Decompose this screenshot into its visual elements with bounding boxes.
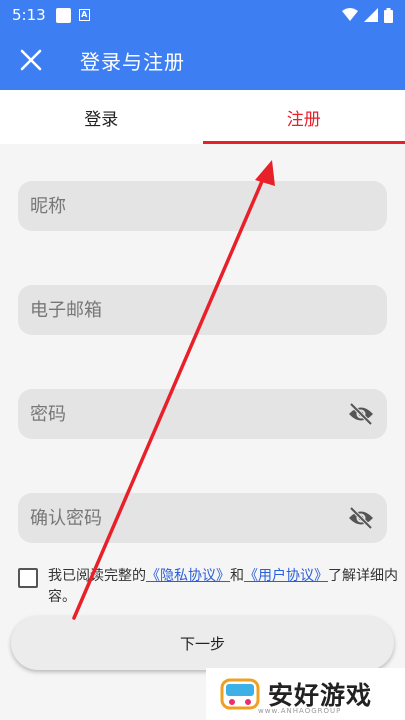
next-step-button[interactable]: 下一步 — [11, 616, 394, 670]
tab-login[interactable]: 登录 — [0, 90, 203, 144]
email-input[interactable] — [30, 299, 375, 321]
nickname-input[interactable] — [30, 195, 375, 217]
agreement-row: 我已阅读完整的《隐私协议》和《用户协议》了解详细内容。 — [18, 566, 398, 608]
user-agreement-link[interactable]: 《用户协议》 — [244, 568, 328, 584]
watermark-subtext: www.ANHAOGROUP — [258, 707, 342, 715]
eye-off-icon — [349, 403, 373, 425]
nickname-field-container — [18, 181, 387, 231]
close-button[interactable] — [0, 30, 62, 90]
app-bar: 登录与注册 — [0, 30, 405, 90]
password-field-container — [18, 389, 387, 439]
status-bar: 5:13 A — [0, 0, 405, 30]
privacy-policy-link[interactable]: 《隐私协议》 — [146, 568, 230, 584]
confirm-password-field-container — [18, 493, 387, 543]
status-icons — [342, 7, 393, 23]
signal-icon — [364, 8, 378, 22]
tab-bar: 登录 注册 — [0, 90, 405, 144]
eye-off-icon — [349, 507, 373, 529]
agreement-conjunction: 和 — [230, 568, 244, 584]
notification-icon — [55, 7, 71, 23]
game-controller-logo-icon — [220, 678, 260, 710]
password-input[interactable] — [30, 403, 347, 425]
agreement-checkbox[interactable] — [18, 568, 38, 588]
wifi-icon — [342, 8, 358, 21]
agreement-text: 我已阅读完整的《隐私协议》和《用户协议》了解详细内容。 — [48, 566, 398, 608]
status-time: 5:13 — [12, 6, 46, 24]
tab-register[interactable]: 注册 — [202, 90, 405, 144]
page-title: 登录与注册 — [80, 49, 185, 74]
confirm-password-visibility-toggle[interactable] — [347, 504, 375, 532]
agreement-prefix: 我已阅读完整的 — [48, 568, 146, 584]
confirm-password-input[interactable] — [30, 507, 347, 529]
battery-icon — [384, 7, 393, 23]
a-badge-icon: A — [78, 9, 90, 21]
close-icon — [20, 49, 42, 71]
email-field-container — [18, 285, 387, 335]
password-visibility-toggle[interactable] — [347, 400, 375, 428]
